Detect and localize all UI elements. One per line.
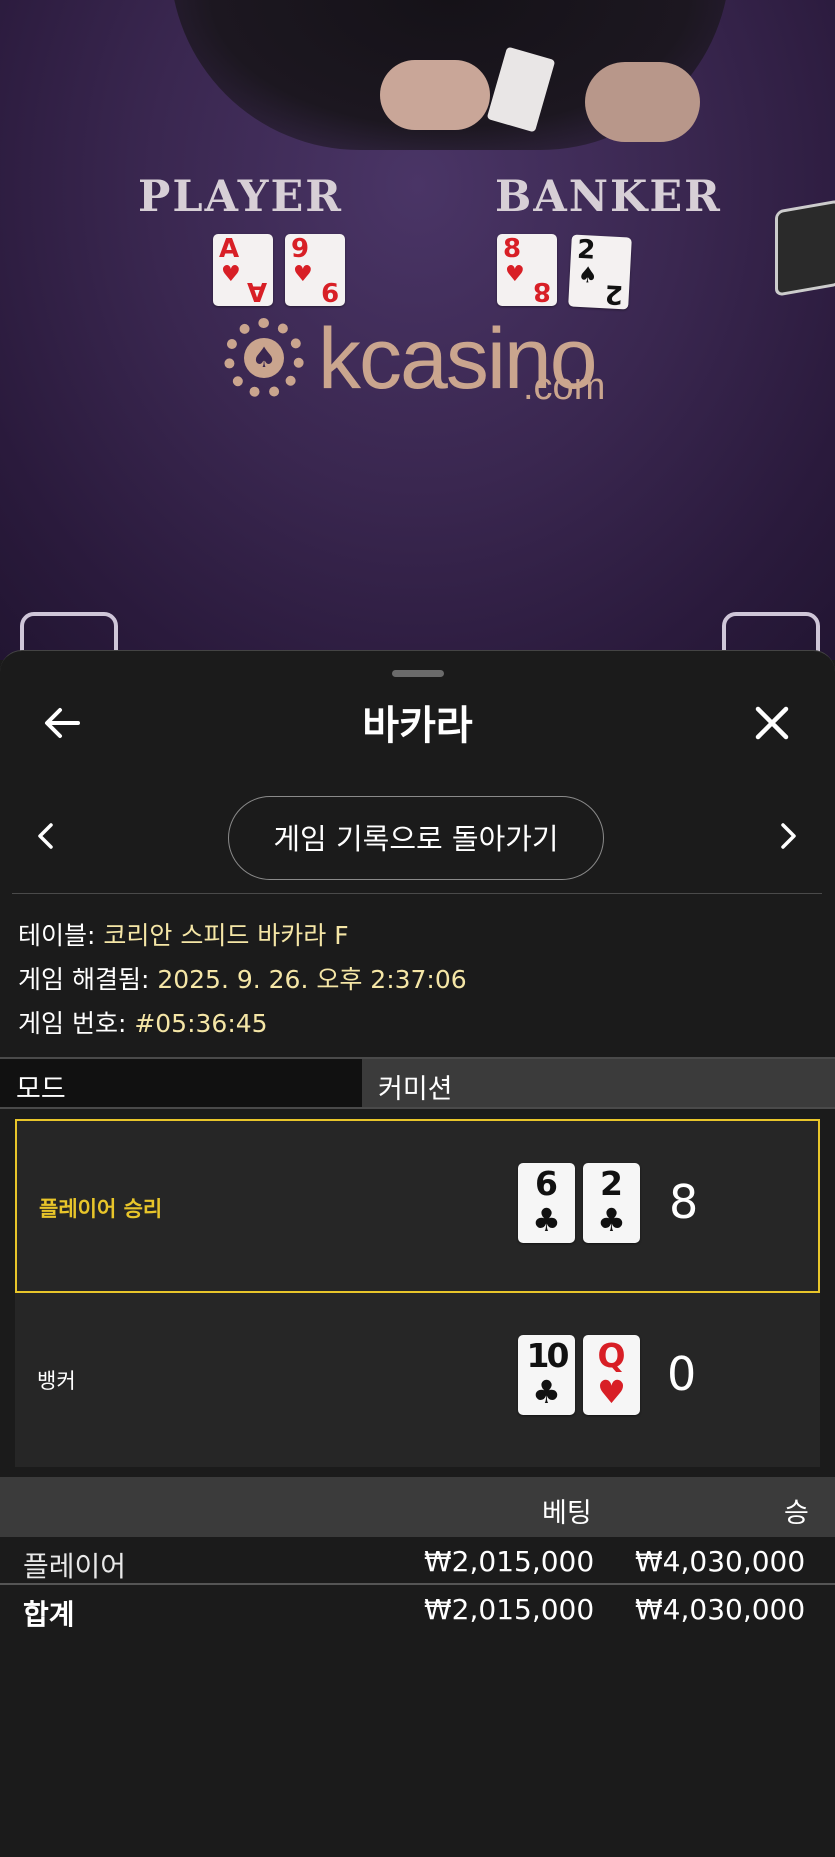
casino-logo-domain: .com bbox=[523, 366, 606, 408]
card-rank: 9 bbox=[320, 276, 339, 306]
divider bbox=[0, 1583, 835, 1585]
table-card: 8 ♥ 8 bbox=[497, 234, 557, 306]
previous-game-button[interactable] bbox=[36, 811, 56, 875]
bet-column-header: 베팅 bbox=[542, 1498, 592, 1529]
card-suit: ♥ bbox=[505, 262, 525, 287]
table-card: 2 ♠ 2 bbox=[568, 234, 632, 310]
card-rank: 6 bbox=[535, 1164, 558, 1203]
card-rank: 8 bbox=[503, 234, 522, 264]
result-card: 2 ♣ bbox=[583, 1163, 640, 1243]
result-score: 0 bbox=[667, 1347, 697, 1401]
card-rank: 9 bbox=[291, 234, 310, 264]
table-card: A ♥ A bbox=[213, 234, 273, 306]
card-rank: 2 bbox=[576, 234, 596, 266]
game-number-label: 게임 번호: bbox=[18, 1009, 127, 1038]
result-card: 6 ♣ bbox=[518, 1163, 575, 1243]
player-result-row: 플레이어 승리 6 ♣ 2 ♣ 8 bbox=[15, 1119, 820, 1293]
banker-result-row: 뱅커 10 ♣ Q ♥ 0 bbox=[15, 1293, 820, 1467]
card-rank: Q bbox=[597, 1336, 626, 1375]
result-label: 뱅커 bbox=[37, 1369, 76, 1393]
back-to-history-button[interactable]: 게임 기록으로 돌아가기 bbox=[228, 796, 604, 880]
mode-label: 모드 bbox=[16, 1074, 66, 1105]
card-suit: ♣ bbox=[532, 1201, 561, 1239]
table-value: 코리안 스피드 바카라 F bbox=[103, 921, 349, 950]
table-card: 9 ♥ 9 bbox=[285, 234, 345, 306]
drag-handle[interactable] bbox=[392, 670, 444, 677]
table-label: 테이블: bbox=[18, 921, 96, 950]
total-bet-amount: ₩2,015,000 bbox=[424, 1593, 595, 1626]
card-rank: 8 bbox=[532, 276, 551, 306]
mode-label-cell: 모드 bbox=[0, 1059, 362, 1107]
total-label: 합계 bbox=[23, 1598, 75, 1631]
bet-name: 플레이어 bbox=[23, 1550, 127, 1583]
divider bbox=[12, 893, 822, 894]
spade-icon: ♠ bbox=[244, 338, 284, 378]
resolved-label: 게임 해결됨: bbox=[18, 965, 150, 994]
card-suit: ♣ bbox=[597, 1201, 626, 1239]
result-card: 10 ♣ bbox=[518, 1335, 575, 1415]
table-info: 테이블: 코리안 스피드 바카라 F bbox=[18, 916, 349, 952]
card-suit: ♠ bbox=[577, 262, 599, 289]
bet-amount: ₩2,015,000 bbox=[424, 1545, 595, 1578]
result-score: 8 bbox=[669, 1175, 699, 1229]
bets-table-header: 베팅 승 bbox=[0, 1477, 835, 1537]
card-suit: ♣ bbox=[532, 1373, 561, 1411]
total-row: 합계 ₩2,015,000 ₩4,030,000 bbox=[0, 1587, 835, 1633]
game-number-info: 게임 번호: #05:36:45 bbox=[18, 1004, 268, 1040]
dealer-hand bbox=[380, 60, 490, 130]
card-suit: ♥ bbox=[597, 1373, 626, 1411]
dealer-hand bbox=[585, 62, 700, 142]
card-rank: A bbox=[219, 234, 240, 264]
next-game-button[interactable] bbox=[778, 811, 798, 875]
live-video-feed: PLAYER BANKER A ♥ A 9 ♥ 9 8 ♥ 8 2 ♠ 2 ♠ … bbox=[0, 0, 835, 660]
result-label: 플레이어 승리 bbox=[39, 1197, 163, 1221]
card-rank: 2 bbox=[604, 278, 624, 310]
mode-row: 모드 커미션 bbox=[0, 1057, 835, 1109]
resolved-value: 2025. 9. 26. 오후 2:37:06 bbox=[157, 965, 467, 994]
result-card: Q ♥ bbox=[583, 1335, 640, 1415]
card-suit: ♥ bbox=[293, 262, 313, 287]
resolved-info: 게임 해결됨: 2025. 9. 26. 오후 2:37:06 bbox=[18, 960, 467, 996]
close-icon[interactable] bbox=[752, 703, 792, 743]
total-win-amount: ₩4,030,000 bbox=[635, 1593, 806, 1626]
card-suit: ♥ bbox=[221, 262, 241, 287]
mode-value: 커미션 bbox=[378, 1074, 453, 1105]
card-rank: A bbox=[246, 276, 267, 306]
banker-area-label: BANKER bbox=[495, 172, 722, 222]
game-number-value: #05:36:45 bbox=[134, 1009, 268, 1038]
card-rank: 2 bbox=[600, 1164, 623, 1203]
page-title: 바카라 bbox=[362, 703, 473, 749]
win-column-header: 승 bbox=[784, 1498, 809, 1529]
card-shoe bbox=[775, 199, 835, 297]
card-rank: 10 bbox=[526, 1336, 570, 1375]
game-detail-sheet: 바카라 게임 기록으로 돌아가기 테이블: 코리안 스피드 바카라 F 게임 해… bbox=[0, 650, 835, 1857]
table-row: 플레이어 ₩2,015,000 ₩4,030,000 bbox=[0, 1539, 835, 1585]
player-area-label: PLAYER bbox=[138, 172, 343, 222]
win-amount: ₩4,030,000 bbox=[635, 1545, 806, 1578]
